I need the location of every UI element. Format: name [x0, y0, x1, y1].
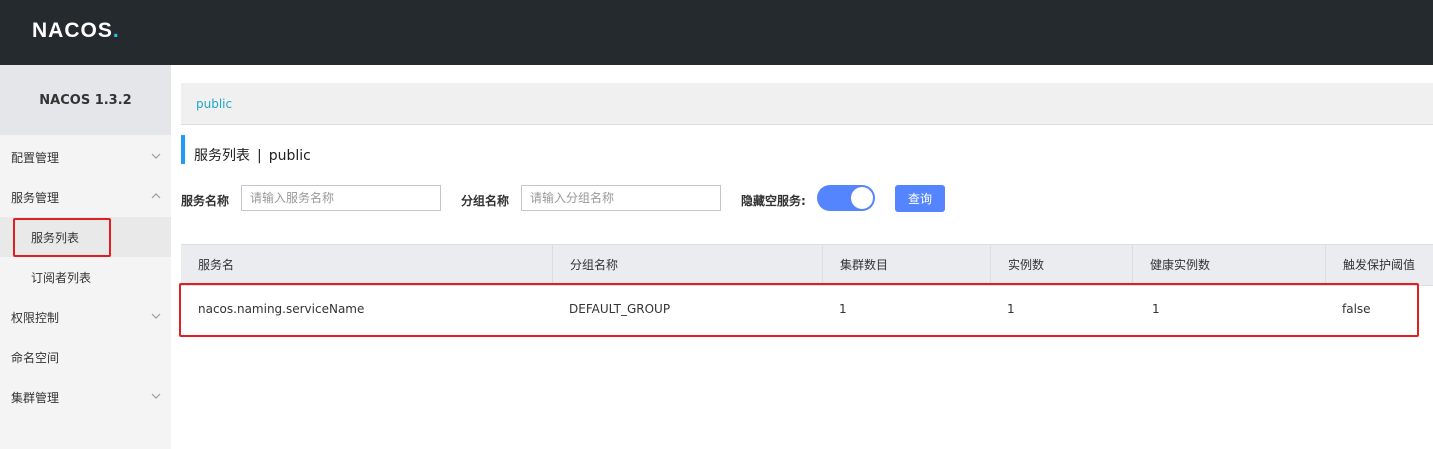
sidebar-item-cluster-management[interactable]: 集群管理: [0, 377, 171, 417]
chevron-down-icon: [150, 310, 162, 322]
service-name-label: 服务名称: [181, 194, 230, 208]
column-header-group-name[interactable]: 分组名称: [552, 245, 618, 285]
sidebar-item-label: 配置管理: [11, 150, 60, 165]
page-title-text: 服务列表: [194, 148, 250, 164]
sidebar-item-label: 服务管理: [11, 190, 60, 205]
highlight-box-sidebar: [13, 218, 111, 257]
sidebar-item-namespace[interactable]: 命名空间: [0, 337, 171, 377]
query-button[interactable]: 查询: [895, 185, 945, 212]
chevron-down-icon: [150, 150, 162, 162]
column-header-protect-threshold[interactable]: 触发保护阈值: [1325, 245, 1415, 285]
title-accent-bar: [181, 135, 185, 164]
service-name-input[interactable]: 请输入服务名称: [241, 185, 441, 211]
table-header: 服务名 分组名称 集群数目 实例数 健康实例数 触发保护阈值: [181, 244, 1433, 286]
sidebar-item-label: 权限控制: [11, 310, 60, 325]
hide-empty-label: 隐藏空服务:: [741, 194, 806, 208]
sidebar-item-label: 命名空间: [11, 350, 60, 365]
top-navbar: NACOS.: [0, 0, 1433, 65]
nacos-logo[interactable]: NACOS.: [32, 19, 120, 43]
logo-dot: .: [112, 19, 120, 42]
sidebar-item-config-management[interactable]: 配置管理: [0, 137, 171, 177]
chevron-up-icon: [150, 190, 162, 202]
title-namespace: public: [268, 148, 311, 164]
column-header-cluster-count[interactable]: 集群数目: [822, 245, 888, 285]
sidebar-item-label: 集群管理: [11, 390, 60, 405]
logo-text: NACOS: [32, 19, 113, 42]
sidebar-item-label: 订阅者列表: [31, 270, 92, 285]
namespace-bar: public: [181, 83, 1433, 125]
page-title: 服务列表 | public: [194, 145, 311, 165]
sidebar-item-access-control[interactable]: 权限控制: [0, 297, 171, 337]
sidebar-item-subscriber-list[interactable]: 订阅者列表: [0, 257, 171, 297]
sidebar: NACOS 1.3.2 配置管理 服务管理 服务列表 订阅者列表 权限控制 命名…: [0, 65, 171, 449]
chevron-down-icon: [150, 390, 162, 402]
sidebar-item-service-management[interactable]: 服务管理: [0, 177, 171, 217]
group-name-input[interactable]: 请输入分组名称: [521, 185, 721, 211]
column-header-service-name[interactable]: 服务名: [198, 245, 234, 285]
namespace-link-public[interactable]: public: [196, 97, 232, 111]
toggle-knob: [851, 187, 873, 209]
version-label: NACOS 1.3.2: [0, 65, 171, 135]
highlight-box-row: [179, 283, 1419, 337]
main-content: public 服务列表 | public 服务名称 请输入服务名称 分组名称 请输入…: [171, 65, 1433, 449]
hide-empty-toggle[interactable]: [817, 185, 875, 211]
column-header-instance-count[interactable]: 实例数: [990, 245, 1044, 285]
group-name-label: 分组名称: [461, 194, 510, 208]
column-header-healthy-instance-count[interactable]: 健康实例数: [1132, 245, 1210, 285]
title-separator: |: [257, 148, 262, 164]
